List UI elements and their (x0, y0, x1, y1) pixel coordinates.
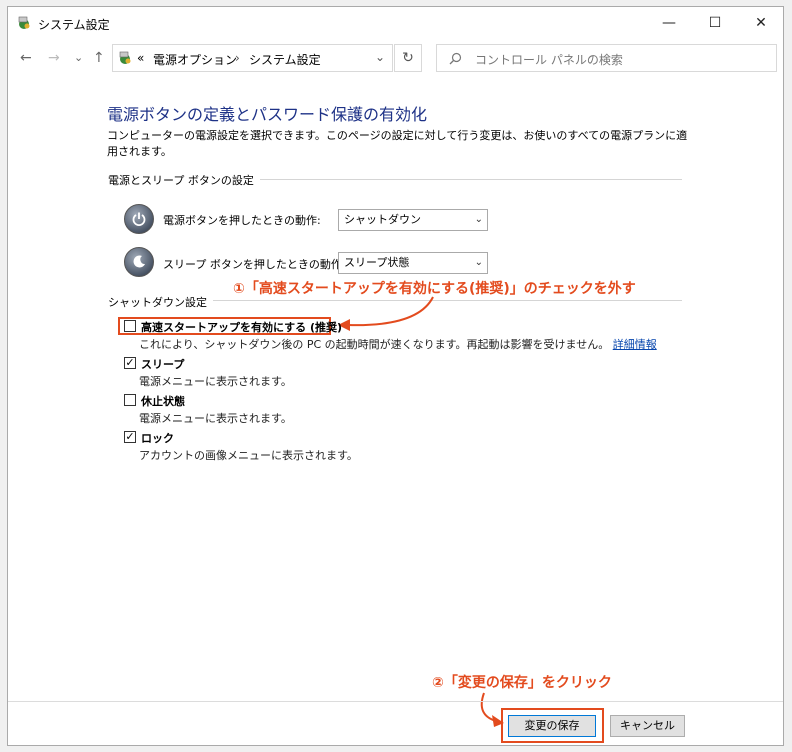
sleep-button-icon (124, 247, 154, 277)
shutdown-group-title: シャットダウン設定 (108, 294, 213, 310)
fast-startup-description-text: これにより、シャットダウン後の PC の起動時間が速くなります。再起動は影響を受… (139, 338, 610, 351)
sleep-button-action-value: スリープ状態 (344, 256, 410, 269)
fast-startup-label[interactable]: 高速スタートアップを有効にする (推奨) (141, 319, 342, 335)
address-bar[interactable]: « 電源オプション › システム設定 ⌄ (112, 44, 393, 72)
check-icon: ✓ (125, 430, 135, 443)
lock-checkbox[interactable]: ✓ (124, 431, 136, 443)
sleep-label[interactable]: スリープ (141, 356, 184, 372)
hibernate-checkbox[interactable] (124, 394, 136, 406)
control-panel-icon (18, 16, 30, 29)
fast-startup-checkbox[interactable] (124, 320, 136, 332)
search-input[interactable]: コントロール パネルの検索 (475, 51, 623, 68)
refresh-button[interactable]: ↻ (394, 44, 422, 72)
refresh-icon: ↻ (402, 50, 414, 66)
annotation-arrow-icon (338, 296, 434, 331)
window-title: システム設定 (38, 18, 110, 32)
sleep-checkbox[interactable]: ✓ (124, 357, 136, 369)
chevron-down-icon: ⌄ (474, 257, 483, 268)
power-button-action-select[interactable]: シャットダウン ⌄ (338, 209, 488, 231)
page-title: 電源ボタンの定義とパスワード保護の有効化 (107, 105, 428, 124)
more-info-link[interactable]: 詳細情報 (613, 338, 657, 351)
breadcrumb-overflow[interactable]: « (137, 51, 144, 65)
page-description: コンピューターの電源設定を選択できます。このページの設定に対して行う変更は、お使… (107, 129, 688, 158)
hibernate-label[interactable]: 休止状態 (141, 393, 185, 409)
recent-dropdown-icon[interactable]: ⌄ (74, 51, 83, 64)
maximize-button[interactable]: ☐ (692, 7, 738, 39)
breadcrumb-power-options[interactable]: 電源オプション (153, 51, 237, 68)
control-panel-icon (119, 51, 131, 64)
back-icon[interactable]: ← (20, 50, 32, 66)
power-button-label: 電源ボタンを押したときの動作: (163, 214, 321, 227)
up-icon[interactable]: ↑ (93, 50, 105, 66)
title-bar: システム設定 — ☐ ✕ (8, 7, 783, 39)
power-button-icon (124, 204, 154, 234)
navigation-bar: ← → ⌄ ↑ « 電源オプション › システム設定 ⌄ ↻ コントロール パネ… (8, 41, 783, 75)
address-dropdown-icon[interactable]: ⌄ (375, 50, 385, 64)
chevron-down-icon: ⌄ (474, 214, 483, 225)
annotation-step2: ②「変更の保存」をクリック (432, 675, 612, 691)
sleep-button-action-select[interactable]: スリープ状態 ⌄ (338, 252, 488, 274)
lock-label[interactable]: ロック (141, 430, 174, 446)
forward-icon[interactable]: → (48, 50, 60, 66)
lock-description: アカウントの画像メニューに表示されます。 (139, 449, 358, 462)
search-box[interactable]: コントロール パネルの検索 (436, 44, 777, 72)
search-icon (449, 52, 462, 65)
maximize-icon: ☐ (708, 15, 722, 31)
footer-divider (8, 701, 783, 702)
hibernate-description: 電源メニューに表示されます。 (139, 412, 292, 425)
breadcrumb-system-settings[interactable]: システム設定 (249, 51, 321, 68)
breadcrumb-separator-icon[interactable]: › (235, 51, 240, 65)
minimize-button[interactable]: — (646, 7, 692, 39)
close-button[interactable]: ✕ (738, 7, 784, 39)
system-settings-window: システム設定 — ☐ ✕ ← → ⌄ ↑ « 電源オプション › システム設定 … (7, 6, 784, 746)
cancel-button[interactable]: キャンセル (610, 715, 685, 737)
power-group-title: 電源とスリープ ボタンの設定 (108, 172, 260, 188)
sleep-description: 電源メニューに表示されます。 (139, 375, 292, 388)
close-icon: ✕ (755, 15, 767, 31)
sleep-button-label: スリープ ボタンを押したときの動作: (163, 258, 346, 271)
minimize-icon: — (662, 15, 676, 31)
save-changes-button[interactable]: 変更の保存 (508, 715, 596, 737)
check-icon: ✓ (125, 356, 135, 369)
fast-startup-description: これにより、シャットダウン後の PC の起動時間が速くなります。再起動は影響を受… (139, 336, 657, 352)
power-button-action-value: シャットダウン (344, 213, 421, 226)
